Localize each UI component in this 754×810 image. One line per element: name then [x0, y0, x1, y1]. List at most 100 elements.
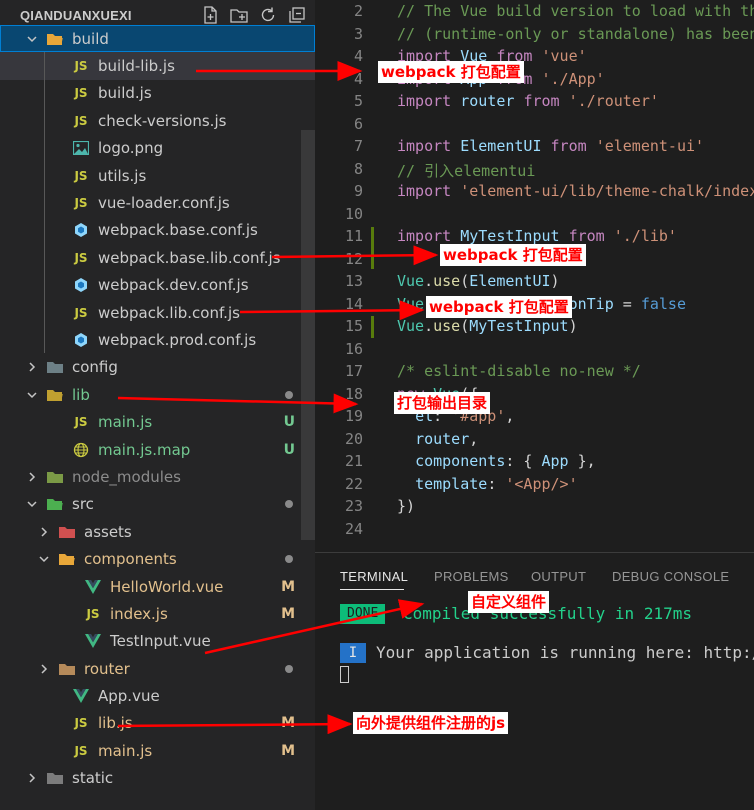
tree-file[interactable]: JS lib.js M: [0, 710, 315, 737]
chevron-right-icon[interactable]: [24, 359, 40, 375]
tree-file[interactable]: JS build-lib.js: [0, 52, 315, 80]
indent-guide: [44, 52, 45, 354]
tree-file[interactable]: App.vue: [0, 682, 315, 709]
tree-file[interactable]: JS webpack.base.lib.conf.js: [0, 244, 315, 271]
chevron-right-icon[interactable]: [36, 524, 52, 540]
tree-folder-config[interactable]: config: [0, 354, 315, 381]
folder-src-icon: [46, 495, 64, 513]
collapse-all-icon[interactable]: [287, 5, 307, 25]
js-file-icon: JS: [74, 59, 88, 74]
tree-file[interactable]: JS vue-loader.conf.js: [0, 189, 315, 216]
chevron-down-icon[interactable]: [24, 31, 40, 47]
folder-open-icon: [46, 30, 64, 48]
tree-folder-lib[interactable]: lib: [0, 381, 315, 408]
tree-folder-components[interactable]: components: [0, 545, 315, 572]
code-token: .: [487, 294, 497, 313]
code-token: 'element-ui': [595, 137, 705, 155]
code-token: productionTip: [496, 294, 623, 313]
line-number: 10: [344, 204, 363, 223]
sidebar-scrollbar[interactable]: [301, 130, 315, 540]
line-number: 4: [353, 69, 363, 88]
code-line: template: '<App/>': [397, 475, 578, 493]
line-number: 17: [344, 362, 363, 380]
code-token: config: [433, 294, 488, 313]
tree-folder-build[interactable]: build: [0, 25, 315, 53]
tree-file[interactable]: HelloWorld.vue M: [0, 573, 315, 600]
new-folder-icon[interactable]: [229, 5, 249, 25]
line-number: 2: [353, 2, 363, 20]
tree-file[interactable]: JS main.js U: [0, 408, 315, 435]
code-line: // 引入elementui: [397, 160, 535, 181]
git-status-badge: M: [281, 578, 295, 595]
tree-item-label: router: [84, 659, 130, 678]
tab-output[interactable]: OUTPUT: [531, 569, 586, 584]
chevron-down-icon[interactable]: [36, 551, 52, 567]
tree-file[interactable]: JS webpack.lib.conf.js: [0, 299, 315, 326]
tree-folder-assets[interactable]: assets: [0, 518, 315, 545]
tree-file[interactable]: webpack.base.conf.js: [0, 217, 315, 244]
line-number: 8: [353, 159, 363, 178]
chevron-down-icon[interactable]: [24, 387, 40, 403]
tree-item-label: TestInput.vue: [110, 632, 211, 651]
chevron-right-icon[interactable]: [24, 469, 40, 485]
code-editor[interactable]: 2 // The Vue build version to load with t…: [315, 0, 754, 552]
tab-problems[interactable]: PROBLEMS: [434, 569, 509, 584]
tree-file[interactable]: JS utils.js: [0, 162, 315, 189]
code-token: router: [460, 92, 524, 110]
chevron-right-icon[interactable]: [36, 661, 52, 677]
tab-terminal[interactable]: TERMINAL: [340, 569, 408, 584]
explorer-title: QIANDUANXUEXI: [20, 8, 132, 23]
chevron-down-icon[interactable]: [24, 496, 40, 512]
js-file-icon: JS: [74, 113, 88, 128]
tree-item-label: src: [72, 495, 94, 514]
code-token: from: [550, 137, 596, 155]
code-token: import: [397, 182, 461, 200]
tree-folder-node-modules[interactable]: node_modules: [0, 463, 315, 490]
line-number: 7: [353, 137, 363, 155]
code-token: // 引入elementui: [397, 161, 536, 180]
tree-folder-router[interactable]: router: [0, 655, 315, 682]
code-token: Vue: [397, 294, 425, 313]
tree-file[interactable]: JS main.js M: [0, 737, 315, 764]
vue-file-icon: [84, 632, 102, 650]
line-number: 5: [353, 92, 363, 110]
tree-item-label: config: [72, 358, 118, 377]
tree-file[interactable]: logo.png: [0, 135, 315, 162]
tree-file[interactable]: webpack.dev.conf.js: [0, 272, 315, 299]
git-status-dot: [285, 390, 293, 399]
tree-file[interactable]: main.js.map U: [0, 436, 315, 463]
active-tab-indicator: [340, 589, 404, 590]
tree-file[interactable]: TestInput.vue: [0, 628, 315, 655]
tree-file[interactable]: webpack.prod.conf.js: [0, 326, 315, 353]
tree-file[interactable]: JS index.js M: [0, 600, 315, 627]
chevron-right-icon[interactable]: [24, 770, 40, 786]
code-token: ): [550, 272, 560, 290]
code-token: .: [424, 272, 434, 290]
tree-file[interactable]: JS build.js: [0, 80, 315, 107]
vue-file-icon: [72, 687, 90, 705]
folder-assets-icon: [58, 523, 76, 541]
info-badge: I: [340, 643, 366, 663]
new-file-icon[interactable]: [200, 5, 220, 25]
code-token: 'vue': [541, 47, 587, 65]
js-file-icon: JS: [74, 716, 88, 731]
code-token: from: [496, 69, 542, 88]
code-line: import MyTestInput from './lib': [397, 227, 677, 245]
refresh-icon[interactable]: [258, 5, 278, 25]
webpack-file-icon: [72, 331, 90, 349]
tree-file[interactable]: JS check-versions.js: [0, 107, 315, 134]
tree-item-label: webpack.prod.conf.js: [98, 330, 257, 349]
code-token: import: [397, 69, 461, 88]
js-file-icon: JS: [74, 250, 88, 265]
tab-debug-console[interactable]: DEBUG CONSOLE: [612, 569, 729, 584]
line-number: 11: [344, 227, 363, 245]
file-tree: build JS build-lib.js JS build.js JS check-ver…: [0, 25, 315, 792]
tree-item-label: assets: [84, 522, 132, 541]
globe-file-icon: [72, 441, 90, 459]
code-token: import: [397, 47, 461, 65]
git-status-badge: M: [281, 605, 295, 622]
tree-folder-static[interactable]: static: [0, 765, 315, 792]
tree-folder-src[interactable]: src: [0, 491, 315, 518]
gutter-change-marker: [371, 316, 374, 338]
js-file-icon: JS: [74, 415, 88, 430]
